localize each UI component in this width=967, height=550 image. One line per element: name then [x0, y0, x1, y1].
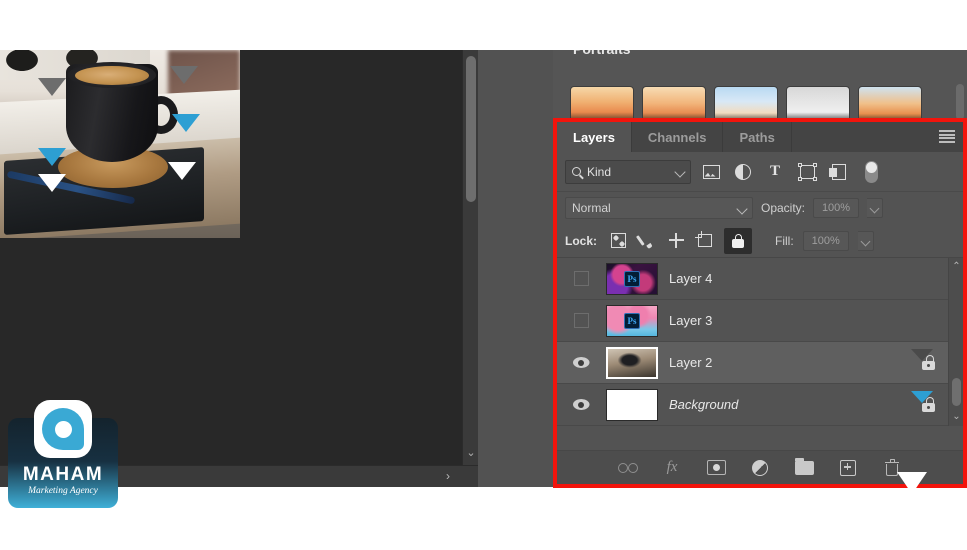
filter-pixel-icon[interactable] — [699, 160, 723, 184]
layer-name[interactable]: Layer 3 — [663, 313, 963, 328]
preset-thumbnail[interactable] — [642, 86, 706, 122]
layers-scrollbar[interactable]: ⌃ ⌄ — [948, 258, 963, 426]
filter-toggle-switch[interactable] — [859, 160, 883, 184]
layer-visibility-toggle[interactable] — [561, 313, 601, 328]
preset-thumbnail[interactable] — [786, 86, 850, 122]
scroll-down-icon[interactable]: ⌄ — [949, 410, 964, 424]
layers-scroll-thumb[interactable] — [952, 378, 961, 406]
marker-blue-right — [172, 114, 200, 132]
screenshot-root: ⌄ › Portraits Layers Channels Paths — [0, 0, 967, 550]
table-row[interactable]: Layer 2 — [557, 342, 963, 384]
filter-kind-select[interactable]: Kind — [565, 159, 691, 184]
presets-title: Portraits — [573, 50, 631, 57]
smart-object-badge: Ps — [624, 270, 640, 287]
layer-name[interactable]: Background — [663, 397, 922, 412]
layer-thumbnail[interactable] — [606, 388, 658, 421]
layer-lock-icon[interactable] — [922, 396, 935, 412]
marker-gray-top — [38, 78, 66, 96]
preset-thumbnail[interactable] — [858, 86, 922, 122]
canvas-vertical-scrollbar[interactable]: ⌄ — [462, 50, 478, 465]
layer-thumbnail[interactable] — [606, 346, 658, 379]
filter-type-icon[interactable]: T — [763, 160, 787, 184]
layer-thumbnail-cell[interactable] — [601, 388, 663, 421]
table-row[interactable]: Ps Layer 4 — [557, 258, 963, 300]
filter-adjustment-icon[interactable] — [731, 160, 755, 184]
layer-visibility-toggle[interactable] — [561, 271, 601, 286]
lock-label: Lock: — [565, 233, 598, 248]
marker-blue-left — [38, 148, 66, 166]
opacity-value[interactable]: 100% — [813, 198, 860, 218]
maham-logo: MAHAM Marketing Agency — [8, 400, 118, 508]
scroll-up-icon[interactable]: ⌃ — [949, 260, 964, 274]
canvas-scroll-right-icon[interactable]: › — [440, 468, 456, 484]
filter-shape-icon[interactable] — [795, 160, 819, 184]
layer-thumbnail-cell[interactable] — [601, 346, 663, 379]
table-row[interactable]: Background — [557, 384, 963, 426]
layers-panel[interactable]: Layers Channels Paths Kind T Normal Opac… — [557, 122, 963, 484]
smart-object-badge: Ps — [624, 312, 640, 329]
lock-position-icon[interactable] — [666, 231, 686, 251]
layer-visibility-toggle[interactable] — [561, 399, 601, 410]
lock-artboard-nesting-icon[interactable] — [695, 231, 715, 251]
chevron-down-icon[interactable] — [674, 165, 686, 178]
fill-value[interactable]: 100% — [802, 230, 849, 251]
marker-white-mid — [168, 162, 196, 180]
preset-thumbnail-row[interactable] — [570, 86, 922, 122]
panel-tab-bar[interactable]: Layers Channels Paths — [557, 122, 963, 152]
layers-list[interactable]: Ps Layer 4 Ps Layer 3 Layer 2 Background… — [557, 258, 963, 426]
new-layer-icon[interactable] — [837, 458, 859, 478]
table-row[interactable]: Ps Layer 3 — [557, 300, 963, 342]
layer-style-fx-icon[interactable]: fx — [661, 458, 683, 478]
photo-content — [0, 50, 240, 238]
layer-thumbnail-cell[interactable]: Ps — [601, 304, 663, 337]
blend-mode-value: Normal — [572, 201, 611, 215]
canvas-vertical-scroll-thumb[interactable] — [466, 56, 476, 202]
lock-image-pixels-icon[interactable] — [637, 231, 657, 251]
layer-lock-icon[interactable] — [922, 354, 935, 370]
logo-subtitle: Marketing Agency — [28, 486, 98, 496]
lock-row[interactable]: Lock: Fill: 100% — [557, 224, 963, 258]
marker-white-left — [38, 174, 66, 192]
opacity-stepper[interactable] — [867, 198, 884, 218]
marker-gray-right — [170, 66, 198, 84]
layer-name[interactable]: Layer 4 — [663, 271, 963, 286]
blend-mode-row[interactable]: Normal Opacity: 100% — [557, 192, 963, 224]
presets-scrollbar[interactable] — [956, 84, 964, 120]
pointer-triangle — [897, 472, 927, 494]
document-photo[interactable] — [0, 50, 240, 238]
panel-menu-icon[interactable] — [939, 130, 955, 143]
lock-transparent-pixels-icon[interactable] — [608, 231, 628, 251]
preset-thumbnail[interactable] — [570, 86, 634, 122]
new-group-icon[interactable] — [793, 457, 815, 478]
layer-name[interactable]: Layer 2 — [663, 355, 922, 370]
filter-smart-object-icon[interactable] — [827, 160, 851, 184]
tab-paths[interactable]: Paths — [723, 122, 792, 152]
lock-all-icon[interactable] — [724, 227, 753, 254]
layer-visibility-toggle[interactable] — [561, 357, 601, 368]
preset-thumbnail[interactable] — [714, 86, 778, 122]
layer-mask-icon[interactable] — [705, 458, 727, 478]
maham-logo-mark — [34, 400, 92, 458]
chevron-down-icon[interactable] — [736, 203, 748, 215]
search-icon — [572, 167, 581, 176]
layer-thumbnail-cell[interactable]: Ps — [601, 262, 663, 295]
fill-stepper[interactable] — [857, 230, 874, 251]
opacity-label: Opacity: — [761, 201, 806, 215]
layer-thumbnail[interactable]: Ps — [606, 304, 658, 337]
presets-panel[interactable]: Portraits — [553, 50, 967, 122]
canvas-scroll-down-icon[interactable]: ⌄ — [463, 445, 479, 461]
blend-mode-select[interactable]: Normal — [565, 197, 753, 219]
layer-filter-row[interactable]: Kind T — [557, 152, 963, 192]
adjustment-layer-icon[interactable] — [749, 458, 771, 478]
logo-title: MAHAM — [22, 464, 104, 485]
fill-label: Fill: — [775, 233, 794, 248]
filter-kind-value: Kind — [587, 164, 612, 179]
link-layers-icon[interactable] — [617, 458, 639, 478]
tab-layers[interactable]: Layers — [557, 122, 632, 152]
workspace-gutter — [478, 50, 553, 487]
tab-channels[interactable]: Channels — [632, 122, 724, 152]
layer-thumbnail[interactable]: Ps — [606, 262, 658, 295]
